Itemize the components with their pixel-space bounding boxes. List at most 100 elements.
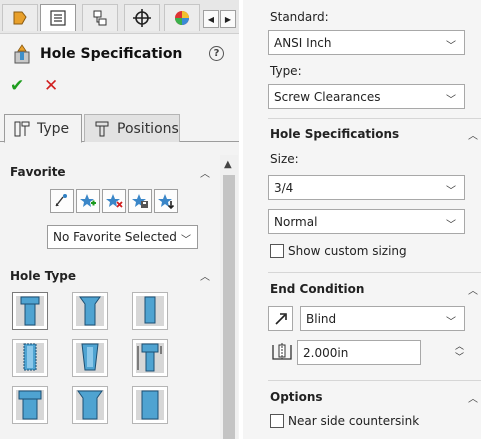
legacy-hole-button[interactable] <box>132 339 168 377</box>
tab-type-label: Type <box>37 120 70 137</box>
scroll-up-icon[interactable]: ▲ <box>224 159 232 170</box>
tab-configuration-manager[interactable] <box>82 4 118 31</box>
scrollbar-thumb[interactable] <box>223 175 235 439</box>
countersink-slot-button[interactable] <box>72 386 108 424</box>
chevron-down-icon: ﹀ <box>446 186 456 197</box>
depth-value: 2.000in <box>303 345 349 360</box>
type-label: Type: <box>270 64 302 78</box>
hole-tabs: Positions Type <box>0 111 240 143</box>
depth-spinner[interactable]: ︿ ﹀ <box>455 342 464 364</box>
show-custom-sizing-label: Show custom sizing <box>288 244 407 258</box>
delete-favorite-button[interactable] <box>102 189 126 213</box>
end-condition-collapse-chevron-icon[interactable]: ︿ <box>468 282 478 297</box>
spin-up-icon[interactable]: ︿ <box>455 342 464 353</box>
counterbore-icon <box>16 296 44 326</box>
tab-type[interactable]: Type <box>4 114 82 143</box>
hole-specifications-collapse-chevron-icon[interactable]: ︿ <box>468 127 478 142</box>
fit-select[interactable]: Normal ﹀ <box>268 209 465 234</box>
type-select[interactable]: Screw Clearances ﹀ <box>268 84 465 109</box>
chevron-down-icon: ﹀ <box>181 235 191 246</box>
standard-label: Standard: <box>270 10 329 24</box>
tab-property-manager[interactable] <box>40 4 76 31</box>
countersink-slot-icon <box>76 390 104 420</box>
tab-positions[interactable]: Positions <box>84 114 180 142</box>
standard-value: ANSI Inch <box>274 35 332 50</box>
positions-tab-icon <box>95 121 109 136</box>
size-label: Size: <box>270 152 299 166</box>
counterbore-slot-button[interactable] <box>12 386 48 424</box>
manager-tab-bar: ◀ ▶ <box>0 0 240 34</box>
tab-dimxpert-manager[interactable] <box>124 4 160 31</box>
countersink-hole-button[interactable] <box>72 292 108 330</box>
cancel-button[interactable]: ✕ <box>44 76 58 96</box>
load-favorite-button[interactable] <box>154 189 178 213</box>
tab-feature-manager[interactable] <box>2 4 38 31</box>
section-divider <box>268 380 481 381</box>
save-favorite-icon <box>132 194 148 208</box>
checkmark-icon: ✔ <box>10 76 25 96</box>
show-custom-sizing-checkbox[interactable]: Show custom sizing <box>270 244 407 258</box>
end-condition-title: End Condition <box>270 282 365 296</box>
chevron-down-icon: ﹀ <box>446 41 456 52</box>
tab-scroll-right-button[interactable]: ▶ <box>220 10 236 28</box>
countersink-icon <box>76 296 104 326</box>
crosshair-icon <box>133 9 151 27</box>
legacy-hole-icon <box>136 343 164 373</box>
panel-scrollbar[interactable]: ▲ <box>220 155 238 439</box>
reverse-direction-button[interactable] <box>268 306 293 331</box>
favorite-collapse-chevron-icon[interactable]: ︿ <box>200 165 210 180</box>
tab-scroll-left-button[interactable]: ◀ <box>203 10 219 28</box>
section-divider <box>268 118 481 119</box>
slot-button[interactable] <box>132 386 168 424</box>
fit-value: Normal <box>274 214 318 229</box>
property-manager-panel: ◀ ▶ Hole Specification ? ✔ ✕ Positions T… <box>0 0 240 439</box>
help-button[interactable]: ? <box>209 46 224 61</box>
tab-display-manager[interactable] <box>164 4 200 31</box>
section-divider <box>268 272 481 273</box>
near-side-countersink-label: Near side countersink <box>288 414 420 428</box>
chevron-down-icon: ﹀ <box>446 317 456 328</box>
property-manager-icon <box>50 10 66 26</box>
configuration-manager-icon <box>93 10 107 26</box>
end-condition-select[interactable]: Blind ﹀ <box>300 306 465 331</box>
reverse-direction-arrow-icon <box>274 312 287 325</box>
depth-input[interactable]: 2.000in <box>297 340 421 365</box>
type-value: Screw Clearances <box>274 89 381 104</box>
favorite-select[interactable]: No Favorite Selected ﹀ <box>47 225 198 249</box>
standard-select[interactable]: ANSI Inch ﹀ <box>268 30 465 55</box>
hole-wizard-icon <box>14 44 30 64</box>
straight-tap-button[interactable] <box>12 339 48 377</box>
delete-favorite-icon <box>106 194 123 208</box>
slot-icon <box>136 390 164 420</box>
spin-down-icon[interactable]: ﹀ <box>455 353 464 364</box>
hole-settings-panel: Standard: ANSI Inch ﹀ Type: Screw Cleara… <box>243 0 481 439</box>
checkbox-box[interactable] <box>270 244 284 258</box>
favorite-select-value: No Favorite Selected <box>53 230 177 244</box>
ok-button[interactable]: ✔ <box>10 76 24 96</box>
apply-defaults-icon <box>55 194 67 207</box>
size-select[interactable]: 3/4 ﹀ <box>268 175 465 200</box>
counterbore-hole-button[interactable] <box>12 292 48 330</box>
options-title: Options <box>270 390 323 404</box>
add-favorite-icon <box>80 194 96 207</box>
end-condition-value: Blind <box>306 311 337 326</box>
favorite-section-title: Favorite <box>10 165 66 179</box>
near-side-countersink-checkbox[interactable]: Near side countersink <box>270 414 419 428</box>
tapered-tap-button[interactable] <box>72 339 108 377</box>
simple-hole-button[interactable] <box>132 292 168 330</box>
tapered-tap-icon <box>76 343 104 373</box>
chevron-down-icon: ﹀ <box>446 220 456 231</box>
page-title: Hole Specification <box>40 46 183 62</box>
apply-defaults-button[interactable] <box>50 189 74 213</box>
checkbox-box[interactable] <box>270 414 284 428</box>
type-tab-icon <box>14 121 30 136</box>
add-favorite-button[interactable] <box>76 189 100 213</box>
favorite-toolbar <box>50 189 180 215</box>
straight-tap-icon <box>16 343 44 373</box>
chevron-down-icon: ﹀ <box>446 95 456 106</box>
hole-type-collapse-chevron-icon[interactable]: ︿ <box>200 268 210 283</box>
options-collapse-chevron-icon[interactable]: ︿ <box>468 390 478 405</box>
hole-type-section-title: Hole Type <box>10 269 77 283</box>
save-favorite-button[interactable] <box>128 189 152 213</box>
close-icon: ✕ <box>44 76 59 96</box>
